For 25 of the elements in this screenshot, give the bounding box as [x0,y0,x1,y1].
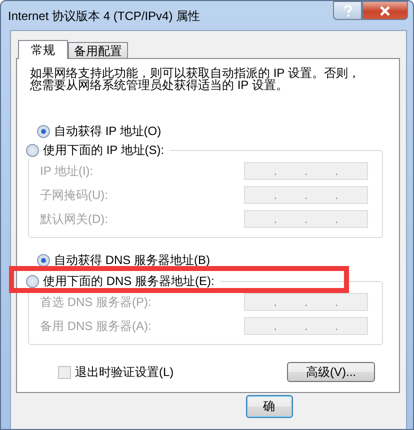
question-mark-icon [344,4,352,16]
radio-label: 自动获得 IP 地址(O) [54,123,162,140]
tab[interactable]: 常规 [18,40,68,59]
window-title: Internet 协议版本 4 (TCP/IPv4) 属性 [8,8,202,25]
radio-button[interactable] [37,254,50,267]
radio-label: 使用下面的 DNS 服务器地址(E): [43,273,214,290]
field-label: IP 地址(I): [40,162,94,180]
radio-label: 自动获得 DNS 服务器地址(B) [54,252,210,269]
ok-button[interactable]: 确 [246,395,293,418]
close-icon [379,6,391,16]
field-label: 备用 DNS 服务器(A): [40,318,152,334]
field-label: 首选 DNS 服务器(P): [40,294,152,310]
help-button[interactable] [333,1,362,20]
close-button[interactable] [362,1,408,20]
description-line: 您需要从网络系统管理员处获得适当的 IP 设置。 [30,79,288,91]
radio-button[interactable] [26,275,39,288]
radio-button[interactable] [37,125,50,138]
radio-label: 使用下面的 IP 地址(S): [43,142,164,159]
checkbox-label: 退出时验证设置(L) [75,364,174,380]
radio-button[interactable] [26,144,39,157]
tab[interactable]: 备用配置 [68,42,128,59]
description-line: 如果网络支持此功能，则可以获取自动指派的 IP 设置。否则， [30,67,361,79]
advanced-button[interactable]: 高级(V)... [287,362,375,382]
field-label: 默认网关(D): [40,210,108,228]
field-label: 子网掩码(U): [40,186,108,204]
